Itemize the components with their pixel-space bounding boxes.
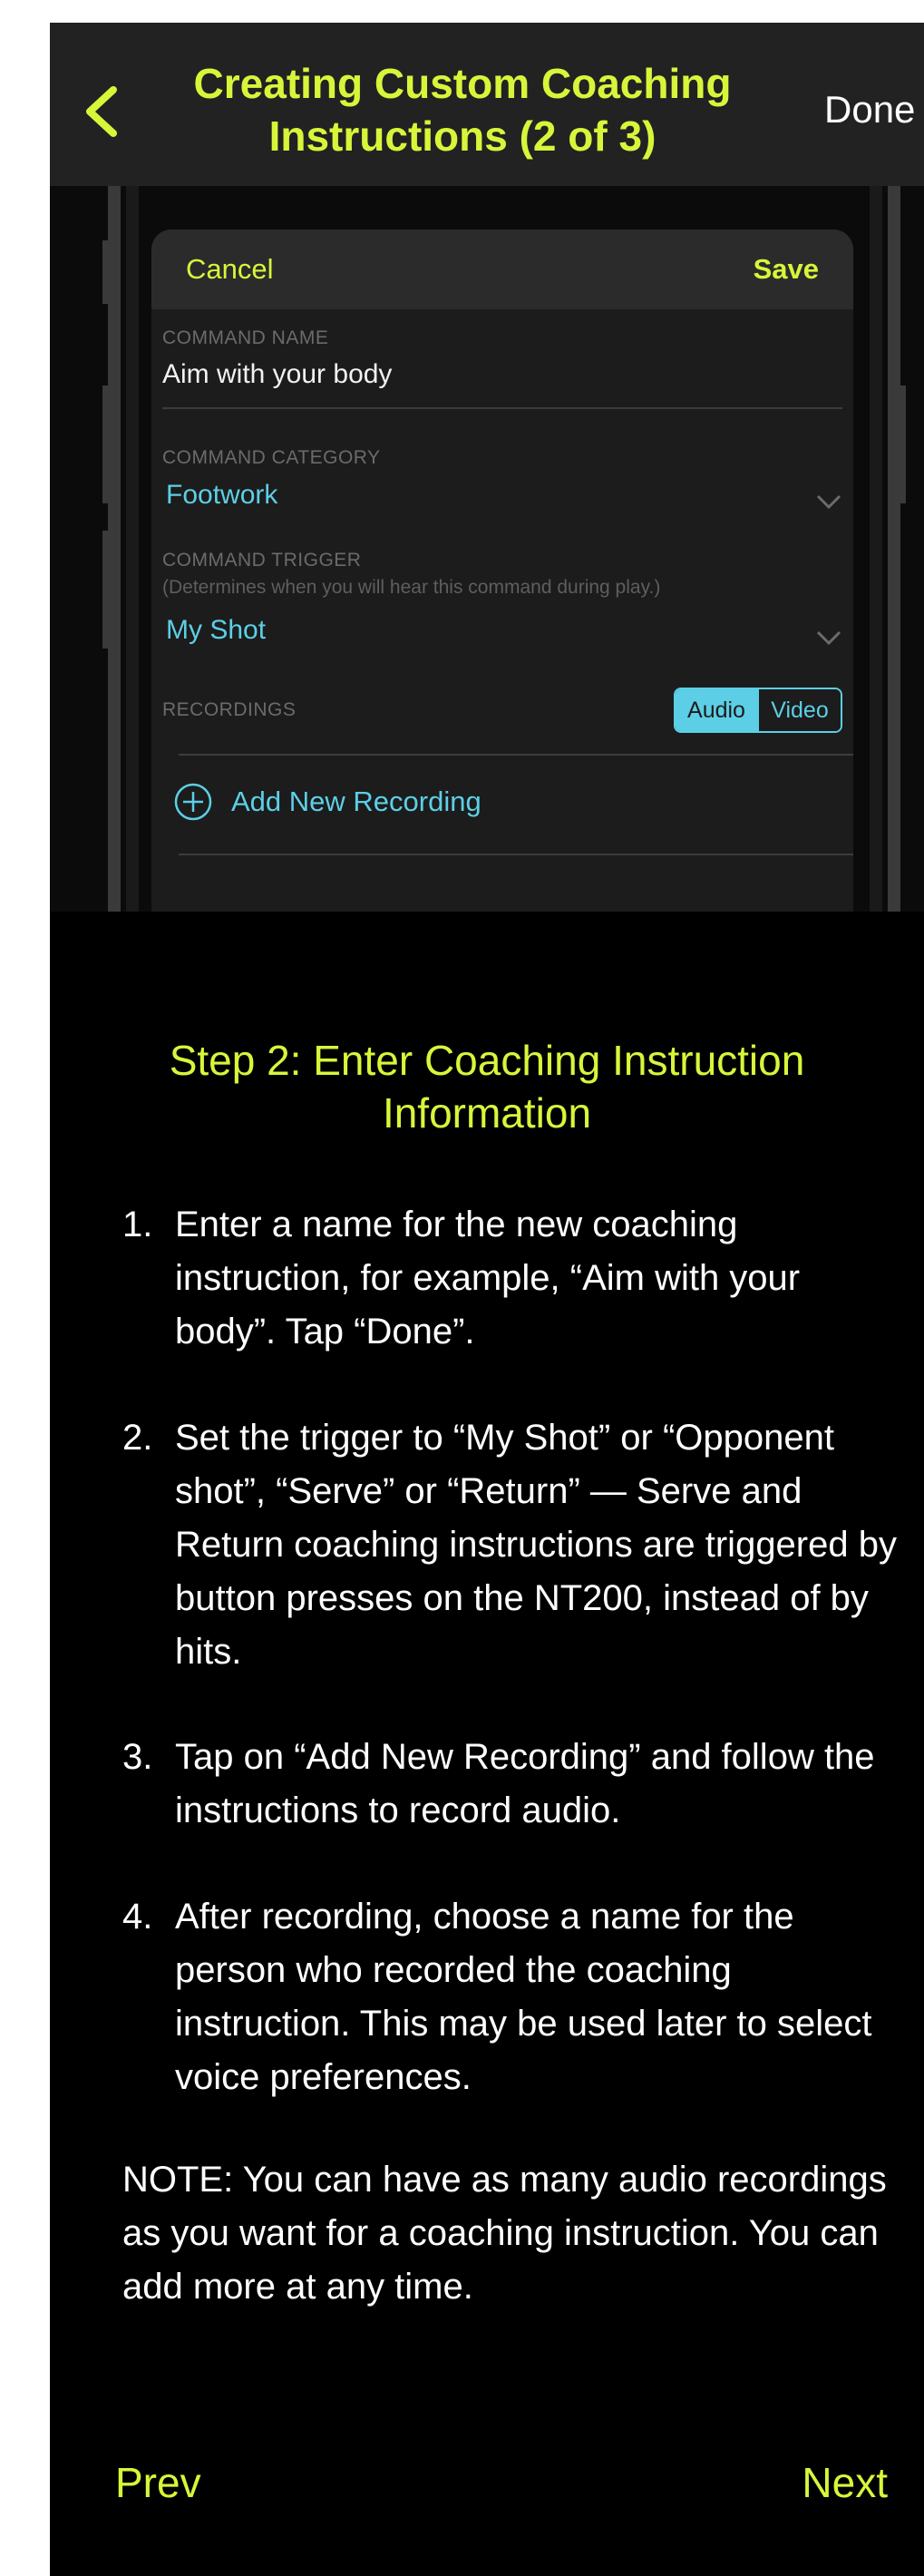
step-heading: Step 2: Enter Coaching Instruction Infor… [169, 1037, 805, 1137]
step-number: 2. [122, 1418, 153, 1458]
phone-side-button [900, 385, 906, 503]
phone-side-button [102, 531, 108, 649]
segment-audio[interactable]: Audio [676, 689, 757, 731]
step-text: Set the trigger to “My Shot” or “Opponen… [175, 1418, 897, 1672]
save-button[interactable]: Save [754, 253, 819, 286]
phone-side-button [102, 240, 108, 304]
instruction-step: 3. Tap on “Add New Recording” and follow… [122, 1731, 902, 1838]
plus-circle-icon [174, 783, 212, 821]
prev-button[interactable]: Prev [115, 2458, 201, 2507]
phone-bezel-left [108, 186, 121, 912]
chevron-left-icon [86, 86, 117, 137]
instruction-step: 1. Enter a name for the new coaching ins… [122, 1198, 902, 1359]
command-edit-sheet: Cancel Save COMMAND NAME Aim with your b… [151, 229, 853, 912]
tutorial-screen: Creating Custom Coaching Instructions (2… [50, 23, 924, 2576]
divider [179, 854, 853, 855]
cancel-button[interactable]: Cancel [186, 253, 274, 286]
command-category-label: COMMAND CATEGORY [162, 447, 381, 468]
phone-bezel-left-inner [126, 186, 139, 912]
add-new-recording-label: Add New Recording [231, 785, 481, 817]
page-title: Creating Custom Coaching Instructions (2… [193, 60, 732, 160]
phone-screenshot: Cancel Save COMMAND NAME Aim with your b… [50, 186, 924, 912]
command-trigger-hint: (Determines when you will hear this comm… [162, 577, 661, 598]
phone-bezel-right-inner [870, 186, 882, 912]
recording-type-segmented-control: Audio Video [674, 688, 842, 733]
instruction-step: 4. After recording, choose a name for th… [122, 1890, 902, 2104]
command-category-select[interactable]: Footwork [166, 480, 277, 511]
add-new-recording-button[interactable]: Add New Recording [173, 779, 481, 825]
note-text: NOTE: You can have as many audio recordi… [122, 2160, 887, 2307]
phone-side-button [102, 385, 108, 503]
phone-bezel-right [888, 186, 900, 912]
sheet-toolbar: Cancel Save [151, 229, 853, 309]
next-button[interactable]: Next [802, 2458, 888, 2507]
command-trigger-label: COMMAND TRIGGER [162, 550, 362, 571]
command-name-label: COMMAND NAME [162, 327, 329, 348]
segment-video[interactable]: Video [757, 689, 841, 731]
back-button[interactable] [77, 84, 131, 139]
command-trigger-select[interactable]: My Shot [166, 615, 266, 646]
step-number: 3. [122, 1737, 153, 1777]
step-text: Tap on “Add New Recording” and follow th… [175, 1737, 875, 1830]
instruction-step: 2. Set the trigger to “My Shot” or “Oppo… [122, 1411, 902, 1679]
command-name-field[interactable]: Aim with your body [162, 359, 392, 390]
chevron-down-icon[interactable] [815, 629, 842, 647]
step-text: After recording, choose a name for the p… [175, 1897, 872, 2097]
recordings-label: RECORDINGS [162, 699, 297, 720]
step-number: 4. [122, 1897, 153, 1937]
divider [179, 754, 853, 756]
step-text: Enter a name for the new coaching instru… [175, 1205, 801, 1351]
done-button[interactable]: Done [824, 86, 924, 133]
chevron-down-icon[interactable] [815, 493, 842, 511]
navigation-header: Creating Custom Coaching Instructions (2… [50, 23, 924, 186]
divider [162, 407, 842, 409]
step-number: 1. [122, 1205, 153, 1244]
